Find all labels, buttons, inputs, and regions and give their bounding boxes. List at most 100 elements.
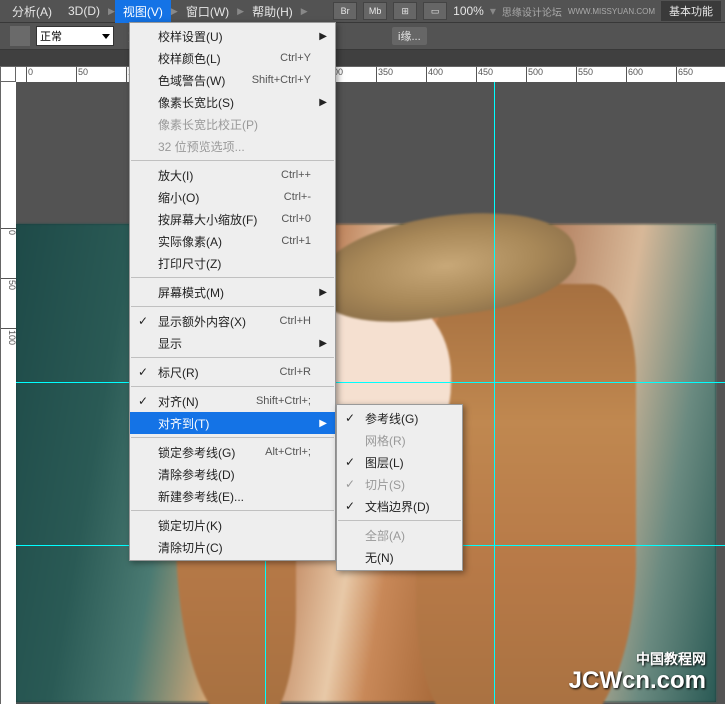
menu-item-label: 按屏幕大小缩放(F) [158, 211, 257, 228]
workspace-label[interactable]: 基本功能 [661, 1, 721, 21]
view-menu-dropdown: 校样设置(U) ▶ 校样颜色(L) Ctrl+Y 色域警告(W) Shift+Ctrl+Y… [129, 22, 336, 561]
check-icon: ✓ [138, 365, 148, 379]
menu-item[interactable]: 按屏幕大小缩放(F) Ctrl+0 [130, 208, 335, 230]
shortcut-label: Ctrl+1 [261, 235, 311, 247]
menu-item-label: 显示 [158, 335, 182, 352]
menu-item[interactable]: 清除参考线(D) [130, 463, 335, 485]
menu-item-label: 放大(I) [158, 167, 193, 184]
link-text[interactable]: 思缘设计论坛 [502, 4, 562, 19]
menu-item-label: 新建参考线(E)... [158, 488, 244, 505]
submenu-arrow-icon: ▶ [319, 97, 327, 108]
minibridge-icon[interactable]: Mb [363, 2, 387, 20]
menu-item-label: 屏幕模式(M) [158, 284, 224, 301]
shortcut-label: Shift+Ctrl+; [236, 395, 311, 407]
menu-item-label: 参考线(G) [365, 410, 418, 427]
submenu-arrow-icon: ▶ [237, 6, 244, 17]
menu-item-label: 实际像素(A) [158, 233, 222, 250]
tool-preset-icon[interactable] [10, 26, 30, 46]
menu-item[interactable]: 像素长宽比(S) ▶ [130, 91, 335, 113]
ruler-origin[interactable] [0, 66, 16, 82]
menu-window[interactable]: 窗口(W) [178, 0, 237, 23]
tab-chip[interactable]: i缘... [392, 27, 427, 45]
submenu-arrow-icon: ▶ [171, 6, 178, 17]
menu-item-label: 锁定切片(K) [158, 517, 222, 534]
menu-item-label: 图层(L) [365, 454, 404, 471]
grid-icon[interactable]: ⊞ [393, 2, 417, 20]
menu-item[interactable]: 打印尺寸(Z) [130, 252, 335, 274]
menu-item-label: 对齐(N) [158, 393, 199, 410]
link-url: WWW.MISSYUAN.COM [568, 7, 655, 16]
menu-item-label: 像素长宽比(S) [158, 94, 234, 111]
menu-item[interactable]: 清除切片(C) [130, 536, 335, 558]
menu-item-label: 32 位预览选项... [158, 138, 245, 155]
guide-vertical[interactable] [494, 82, 495, 704]
menu-item-label: 网格(R) [365, 432, 406, 449]
menu-item[interactable]: 无(N) [337, 546, 462, 568]
menu-item[interactable]: ✓图层(L) [337, 451, 462, 473]
menu-item-label: 缩小(O) [158, 189, 199, 206]
menu-view[interactable]: 视图(V) [115, 0, 171, 23]
check-icon: ✓ [138, 394, 148, 408]
menu-item[interactable]: ✓ 对齐(N) Shift+Ctrl+; [130, 390, 335, 412]
menu-item[interactable]: ✓ 标尺(R) Ctrl+R [130, 361, 335, 383]
menu-item: 像素长宽比校正(P) [130, 113, 335, 135]
menu-item[interactable]: ✓ 参考线(G) [337, 407, 462, 429]
shortcut-label: Ctrl+H [260, 315, 311, 327]
check-icon: ✓ [345, 477, 355, 491]
menu-analysis[interactable]: 分析(A) [4, 0, 60, 23]
check-icon: ✓ [345, 411, 355, 425]
menu-item[interactable]: 锁定参考线(G) Alt+Ctrl+; [130, 441, 335, 463]
menu-item[interactable]: 显示 ▶ [130, 332, 335, 354]
submenu-arrow-icon: ▶ [319, 31, 327, 42]
menu-item-label: 校样颜色(L) [158, 50, 221, 67]
zoom-level[interactable]: 100% [453, 4, 484, 18]
guide-horizontal[interactable] [16, 382, 725, 383]
menu-item[interactable]: 缩小(O) Ctrl+- [130, 186, 335, 208]
menu-item: ✓ 切片(S) [337, 473, 462, 495]
menu-item[interactable]: 锁定切片(K) [130, 514, 335, 536]
blend-mode-select[interactable]: 正常 [36, 26, 114, 46]
bridge-icon[interactable]: Br [333, 2, 357, 20]
menu-3d[interactable]: 3D(D) [60, 1, 108, 21]
screen-icon[interactable]: ▭ [423, 2, 447, 20]
check-icon: ✓ [345, 499, 355, 513]
menu-item-label: 切片(S) [365, 476, 405, 493]
menu-item[interactable]: 对齐到(T) ▶ [130, 412, 335, 434]
watermark: 中国教程网 JCWcn.com [569, 652, 706, 694]
menu-item-label: 色域警告(W) [158, 72, 225, 89]
submenu-arrow-icon: ▶ [301, 6, 308, 17]
shortcut-label: Alt+Ctrl+; [245, 446, 311, 458]
shortcut-label: Ctrl+- [264, 191, 311, 203]
check-icon: ✓ [138, 314, 148, 328]
menu-item-label: 无(N) [365, 549, 394, 566]
menu-item-label: 校样设置(U) [158, 28, 223, 45]
menu-item-label: 对齐到(T) [158, 415, 209, 432]
menu-item[interactable]: 校样颜色(L) Ctrl+Y [130, 47, 335, 69]
menu-item[interactable]: 实际像素(A) Ctrl+1 [130, 230, 335, 252]
canvas-area[interactable]: 中国教程网 JCWcn.com [16, 82, 725, 704]
submenu-arrow-icon: ▶ [319, 338, 327, 349]
menu-item[interactable]: 新建参考线(E)... [130, 485, 335, 507]
menu-item[interactable]: 屏幕模式(M) ▶ [130, 281, 335, 303]
menu-item: 全部(A) [337, 524, 462, 546]
shortcut-label: Ctrl+0 [261, 213, 311, 225]
menu-item[interactable]: 放大(I)Ctrl++ [130, 164, 335, 186]
menu-item-label: 标尺(R) [158, 364, 199, 381]
menu-item: 32 位预览选项... [130, 135, 335, 157]
menu-item-label: 全部(A) [365, 527, 405, 544]
menu-item[interactable]: ✓ 显示额外内容(X) Ctrl+H [130, 310, 335, 332]
submenu-arrow-icon: ▶ [319, 287, 327, 298]
options-bar: 正常 宽度 i缘... [0, 22, 725, 50]
menu-item[interactable]: 校样设置(U) ▶ [130, 25, 335, 47]
menu-item[interactable]: ✓文档边界(D) [337, 495, 462, 517]
menu-item-label: 锁定参考线(G) [158, 444, 235, 461]
shortcut-label: Ctrl+R [260, 366, 311, 378]
menu-item-label: 像素长宽比校正(P) [158, 116, 258, 133]
shortcut-label: Shift+Ctrl+Y [232, 74, 311, 86]
menu-item[interactable]: 色域警告(W) Shift+Ctrl+Y [130, 69, 335, 91]
menu-help[interactable]: 帮助(H) [244, 0, 301, 23]
menu-item: 网格(R) [337, 429, 462, 451]
submenu-arrow-icon: ▶ [319, 418, 327, 429]
shortcut-label: Ctrl+Y [260, 52, 311, 64]
menu-item-label: 显示额外内容(X) [158, 313, 246, 330]
